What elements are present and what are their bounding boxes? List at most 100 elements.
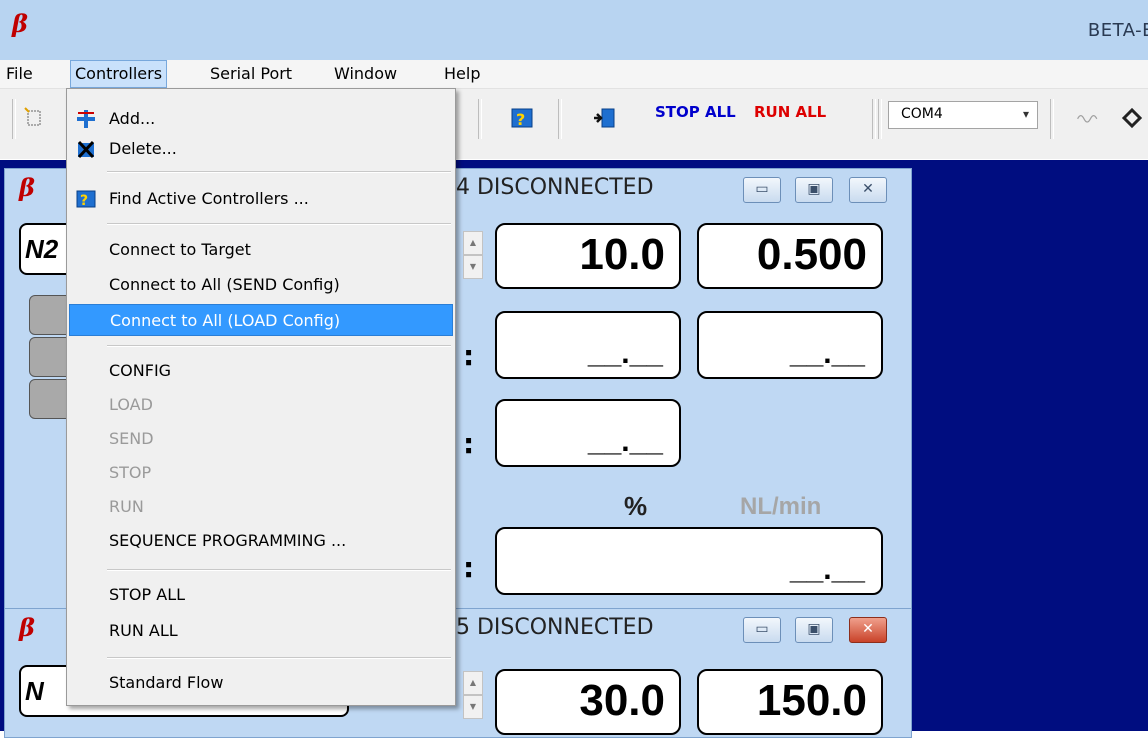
find-icon: ? <box>76 190 96 209</box>
maximize-button[interactable]: ▣ <box>795 617 833 643</box>
toolbar-separator <box>1050 99 1054 139</box>
window-logo: β <box>19 173 35 202</box>
menu-item-label: RUN <box>109 497 144 516</box>
reading-display: __.__ <box>697 311 883 379</box>
chevron-down-icon: ▾ <box>1022 107 1029 121</box>
maximize-button[interactable]: ▣ <box>795 177 833 203</box>
setpoint-display: 10.0 <box>495 223 681 289</box>
reading-value: __.__ <box>587 425 663 458</box>
spin-down-button[interactable]: ▼ <box>463 695 483 719</box>
controllers-menu: Add... Delete... ? Find Active Controlle… <box>66 88 456 706</box>
menu-item-label: CONFIG <box>109 361 172 380</box>
reading-display: __.__ <box>495 399 681 467</box>
minimize-button[interactable]: ▭ <box>743 177 781 203</box>
run-all-button[interactable]: RUN ALL <box>754 103 826 121</box>
close-button[interactable]: ✕ <box>849 177 887 203</box>
reading-value: __.__ <box>587 337 663 370</box>
toolbar-separator <box>878 99 882 139</box>
close-button[interactable]: ✕ <box>849 617 887 643</box>
menu-item-stop[interactable]: STOP <box>69 457 453 489</box>
find-controllers-icon[interactable]: ? <box>510 105 534 131</box>
toolbar-separator <box>12 99 16 139</box>
add-icon <box>77 110 95 128</box>
row-label-colon: : <box>463 339 475 372</box>
com-port-select[interactable]: COM4 ▾ <box>888 101 1038 129</box>
menu-separator <box>107 223 451 225</box>
delete-icon <box>77 140 95 159</box>
total-display: __.__ <box>495 527 883 595</box>
menu-separator <box>107 345 451 347</box>
menu-item-label: Add... <box>109 109 156 128</box>
menu-item-label: Connect to All (SEND Config) <box>109 275 340 294</box>
disconnect-icon[interactable] <box>1120 105 1144 131</box>
toolbar-separator <box>872 99 876 139</box>
flow-unit-label: NL/min <box>740 493 822 520</box>
menu-separator <box>107 657 451 659</box>
menu-item-send[interactable]: SEND <box>69 423 453 455</box>
menu-item-sequence-programming[interactable]: SEQUENCE PROGRAMMING ... <box>69 525 453 557</box>
menu-separator <box>107 569 451 571</box>
range-display: 150.0 <box>697 669 883 735</box>
com-port-value: COM4 <box>901 106 943 122</box>
minimize-button[interactable]: ▭ <box>743 617 781 643</box>
menu-item-load[interactable]: LOAD <box>69 389 453 421</box>
toolbar-separator <box>558 99 562 139</box>
menu-item-connect-target[interactable]: Connect to Target <box>69 234 453 266</box>
setpoint-value: 30.0 <box>579 676 665 725</box>
menu-item-connect-all-load[interactable]: Connect to All (LOAD Config) <box>69 304 453 336</box>
row-label-colon: : <box>463 551 475 584</box>
menu-serial-port[interactable]: Serial Port <box>206 60 296 88</box>
spin-down-button[interactable]: ▼ <box>463 255 483 279</box>
setpoint-display: 30.0 <box>495 669 681 735</box>
reading-display: __.__ <box>495 311 681 379</box>
menu-item-label: Find Active Controllers ... <box>109 189 309 208</box>
menu-item-add[interactable]: Add... <box>69 103 453 135</box>
range-display: 0.500 <box>697 223 883 289</box>
total-value: __.__ <box>789 553 865 586</box>
connection-status: 5 DISCONNECTED <box>456 615 654 640</box>
spin-up-button[interactable]: ▲ <box>463 671 483 695</box>
menu-item-label: LOAD <box>109 395 153 414</box>
menu-item-label: Connect to Target <box>109 240 251 259</box>
title-bar: β BETA-E <box>0 0 1148 60</box>
menu-item-label: SEQUENCE PROGRAMMING ... <box>109 531 347 550</box>
menu-item-label: STOP ALL <box>109 585 186 604</box>
range-value: 0.500 <box>756 230 867 279</box>
menu-item-config[interactable]: CONFIG <box>69 355 453 387</box>
gas-name: N <box>25 676 44 706</box>
menu-item-run[interactable]: RUN <box>69 491 453 523</box>
new-icon[interactable] <box>22 105 46 131</box>
menu-item-delete[interactable]: Delete... <box>69 133 453 165</box>
menu-item-standard-flow[interactable]: Standard Flow <box>69 667 453 699</box>
connection-status: 4 DISCONNECTED <box>456 175 654 200</box>
menu-bar: File Controllers Serial Port Window Help <box>0 60 1148 89</box>
window-logo: β <box>19 613 35 642</box>
range-value: 150.0 <box>756 676 867 725</box>
spin-up-button[interactable]: ▲ <box>463 231 483 255</box>
row-label-colon: : <box>463 427 475 460</box>
stop-all-button[interactable]: STOP ALL <box>655 103 736 121</box>
menu-item-find-active[interactable]: ? Find Active Controllers ... <box>69 183 453 215</box>
wave-icon[interactable] <box>1076 105 1100 131</box>
menu-item-label: STOP <box>109 463 152 482</box>
toolbar-separator <box>478 99 482 139</box>
menu-controllers[interactable]: Controllers <box>70 60 168 88</box>
menu-item-label: SEND <box>109 429 154 448</box>
menu-item-label: RUN ALL <box>109 621 178 640</box>
menu-file[interactable]: File <box>2 60 37 88</box>
menu-separator <box>107 171 451 173</box>
menu-item-stop-all[interactable]: STOP ALL <box>69 579 453 611</box>
menu-item-label: Delete... <box>109 139 177 158</box>
app-logo: β <box>12 9 28 38</box>
menu-help[interactable]: Help <box>440 60 484 88</box>
connect-icon[interactable] <box>592 105 616 131</box>
window-title: BETA-E <box>1087 20 1148 41</box>
menu-item-label: Standard Flow <box>109 673 224 692</box>
menu-window[interactable]: Window <box>330 60 401 88</box>
menu-item-connect-all-send[interactable]: Connect to All (SEND Config) <box>69 269 453 301</box>
menu-item-label: Connect to All (LOAD Config) <box>110 311 341 330</box>
menu-item-run-all[interactable]: RUN ALL <box>69 615 453 647</box>
gas-name: N2 <box>25 234 59 264</box>
percent-label: % <box>624 491 648 521</box>
svg-text:?: ? <box>516 110 525 129</box>
